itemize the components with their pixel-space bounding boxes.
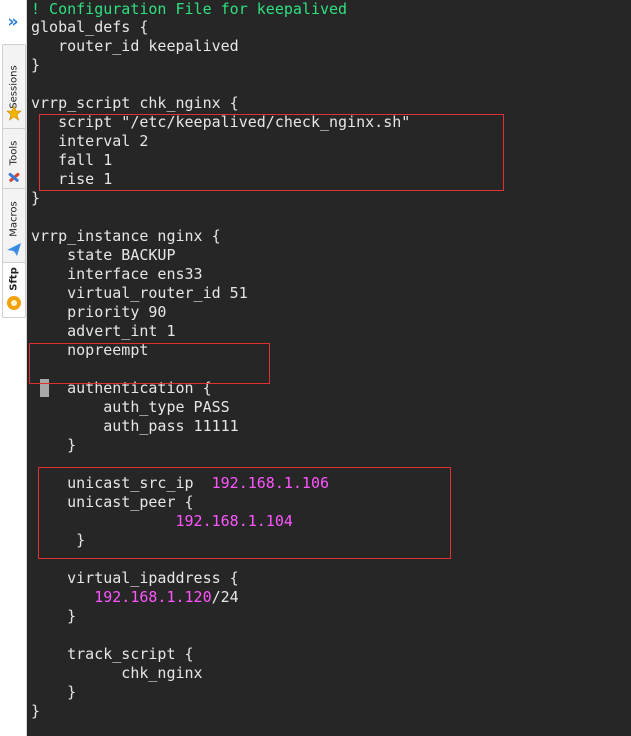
- config-line: state BACKUP: [31, 246, 176, 264]
- config-line: router_id keepalived: [31, 37, 239, 55]
- star-icon: [6, 105, 22, 121]
- config-line: auth_type PASS: [31, 398, 230, 416]
- double-chevron-right-icon[interactable]: »: [2, 12, 24, 32]
- config-line: chk_nginx: [31, 664, 203, 682]
- config-line: }: [31, 702, 41, 720]
- tab-sftp-label: Sftp: [8, 267, 20, 291]
- tab-sessions-label: Sessions: [8, 65, 20, 109]
- config-line: }: [31, 189, 41, 207]
- terminal-pane[interactable]: ! Configuration File for keepalived glob…: [27, 0, 631, 736]
- config-line: virtual_ipaddress {: [31, 569, 239, 587]
- tab-tools[interactable]: Tools: [2, 128, 26, 190]
- config-line: }: [31, 607, 77, 625]
- config-line: 192.168.1.120/24: [31, 588, 239, 607]
- config-line: priority 90: [31, 303, 167, 321]
- config-line: }: [31, 56, 41, 74]
- config-line: vrrp_instance nginx {: [31, 227, 221, 245]
- config-line: vrrp_script chk_nginx {: [31, 94, 239, 112]
- highlight-box-script-settings: [39, 114, 504, 191]
- config-line: global_defs {: [31, 18, 149, 36]
- ip-literal: 192.168.1.120: [94, 588, 212, 606]
- tools-icon: [8, 172, 20, 182]
- paper-plane-icon: [7, 243, 21, 256]
- config-line: advert_int 1: [31, 322, 176, 340]
- tab-tools-label: Tools: [8, 140, 20, 166]
- config-line: auth_pass 11111: [31, 417, 239, 435]
- config-line: virtual_router_id 51: [31, 284, 248, 302]
- highlight-box-nopreempt: [29, 343, 270, 384]
- config-comment: ! Configuration File for keepalived: [31, 0, 348, 18]
- tab-sftp[interactable]: Sftp: [2, 262, 26, 318]
- tab-sessions[interactable]: Sessions: [2, 44, 26, 130]
- config-line: interface ens33: [31, 265, 203, 283]
- sftp-icon: [7, 296, 21, 310]
- config-line: }: [31, 683, 77, 701]
- side-panel: » Sessions Tools Macros Sftp: [0, 0, 27, 736]
- tab-macros-label: Macros: [8, 200, 20, 237]
- config-line: }: [31, 436, 77, 454]
- config-line: track_script {: [31, 645, 194, 663]
- highlight-box-unicast: [38, 467, 451, 559]
- tab-macros[interactable]: Macros: [2, 188, 26, 264]
- cidr-suffix: /24: [211, 588, 239, 606]
